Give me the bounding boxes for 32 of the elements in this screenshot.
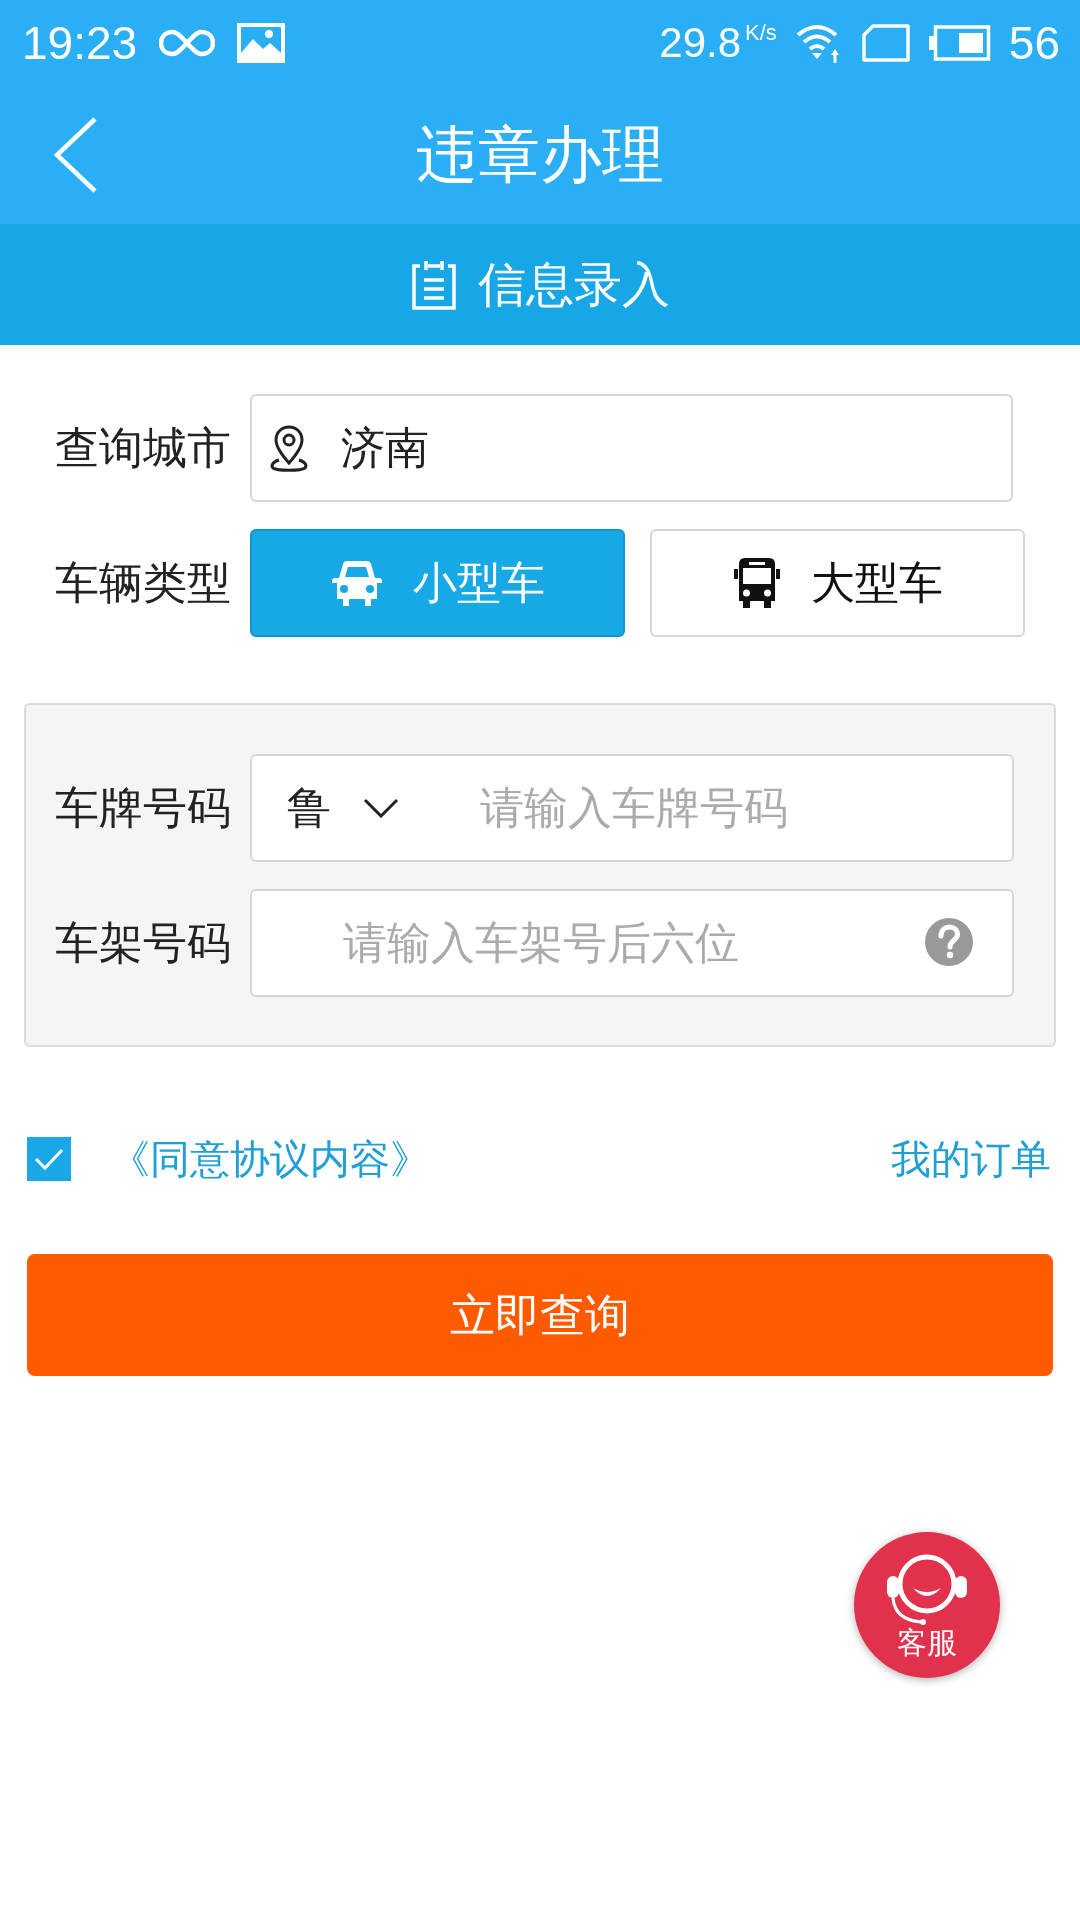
infinity-icon <box>159 28 216 58</box>
vehicle-type-option[interactable]: 小型车 <box>250 529 625 637</box>
checkmark-icon <box>34 1146 64 1171</box>
help-icon[interactable] <box>925 918 973 966</box>
battery-percent: 56 <box>1008 20 1060 66</box>
car-icon <box>330 558 383 608</box>
city-field[interactable]: 济南 <box>250 394 1013 502</box>
speed-unit: K/s <box>745 22 777 44</box>
status-time: 19:23 <box>22 20 138 66</box>
field-label: 查询城市 <box>55 426 232 470</box>
agreement-checkbox[interactable] <box>27 1136 71 1181</box>
province-select[interactable]: 鲁 <box>287 786 399 830</box>
agreement-link[interactable]: 《同意协议内容》 <box>110 1138 430 1179</box>
section-tab-label: 信息录入 <box>478 260 670 309</box>
network-speed: 29.8 <box>659 22 742 64</box>
back-icon[interactable] <box>51 116 99 194</box>
bus-icon <box>732 557 781 609</box>
page-title: 违章办理 <box>416 124 664 186</box>
customer-service-button[interactable]: 客服 <box>854 1532 1000 1678</box>
sim-card-icon <box>860 24 911 62</box>
chevron-down-icon <box>363 798 399 818</box>
my-orders-link[interactable]: 我的订单 <box>891 1138 1051 1179</box>
field-label: 车辆类型 <box>55 561 232 605</box>
vehicle-type-option[interactable]: 大型车 <box>650 529 1025 637</box>
image-icon <box>237 23 286 63</box>
field-label: 车牌号码 <box>55 786 232 830</box>
location-pin-icon <box>269 424 309 472</box>
frame-number-field[interactable]: 请输入车架号后六位 <box>250 889 1014 997</box>
clipboard-icon <box>410 259 458 310</box>
field-label: 车架号码 <box>55 921 232 965</box>
battery-icon <box>928 25 991 61</box>
query-button[interactable]: 立即查询 <box>27 1254 1053 1376</box>
